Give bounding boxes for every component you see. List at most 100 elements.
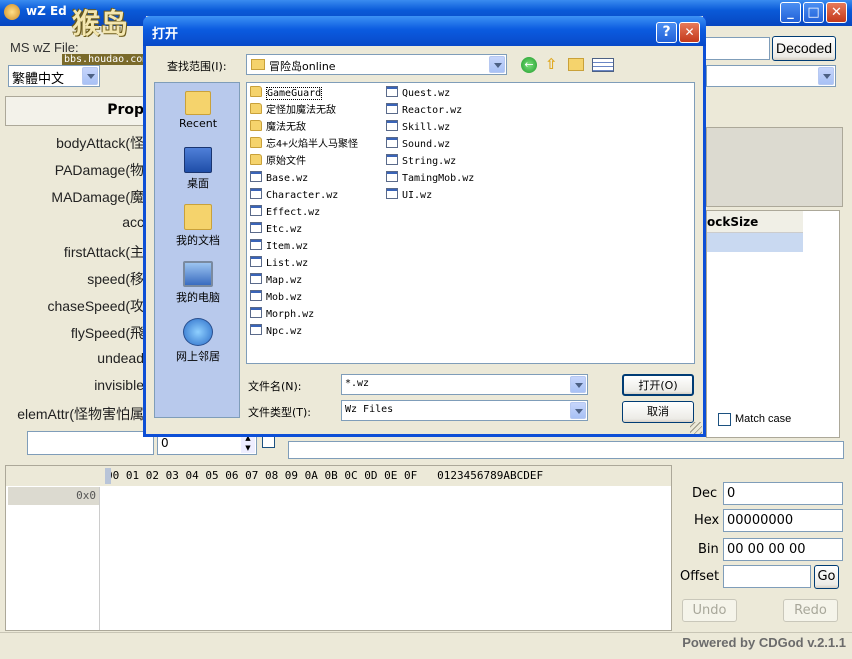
match-case-label: Match case [735,413,792,425]
network-icon [183,318,213,346]
chevron-down-icon[interactable] [570,376,586,393]
file-item[interactable]: Etc.wz [250,221,358,238]
filetype-value: Wz Files [345,404,394,415]
filename-input[interactable]: *.wz [341,374,588,395]
place-recent[interactable]: Recent [155,91,241,130]
file-item[interactable]: Character.wz [250,187,358,204]
wz-file-icon [250,324,262,335]
folder-icon [250,103,262,114]
props-header: Prop [107,102,144,118]
my-documents-icon [184,204,212,230]
dialog-close-button[interactable]: ✕ [679,22,700,43]
file-item[interactable]: Item.wz [250,238,358,255]
language-select[interactable]: 繁體中文 [8,65,100,87]
file-item[interactable]: 魔法无敌 [250,119,358,136]
dec-input[interactable]: 0 [723,482,843,505]
place-my-documents[interactable]: 我的文档 [155,204,241,248]
wz-file-icon [250,239,262,250]
data-grid: ockSize [706,210,840,438]
file-item[interactable]: String.wz [386,153,474,170]
prop-label: undead [97,350,144,366]
file-item[interactable]: Morph.wz [250,306,358,323]
place-label: 我的文档 [176,234,220,247]
file-item[interactable]: Skill.wz [386,119,474,136]
undo-button[interactable]: Undo [682,599,737,622]
open-button[interactable]: 打开(O) [622,374,694,396]
main-window-title: wZ Ed [26,4,67,18]
help-button[interactable]: ? [656,22,677,43]
place-my-computer[interactable]: 我的电脑 [155,261,241,305]
chevron-down-icon[interactable] [818,67,834,85]
file-item[interactable]: 忘4+火焰半人马聚怪 [250,136,358,153]
chevron-down-icon[interactable] [570,402,586,419]
place-desktop[interactable]: 桌面 [155,147,241,191]
wz-file-icon [386,188,398,199]
language-select-value: 繁體中文 [12,72,65,87]
decoded-button[interactable]: Decoded [772,36,836,61]
file-item[interactable]: TamingMob.wz [386,170,474,187]
node-preview-panel [706,127,843,207]
up-folder-icon[interactable]: ⇧ [545,56,561,73]
wz-file-icon [386,137,398,148]
file-label: MS wZ File: [10,40,79,55]
file-item[interactable]: Effect.wz [250,204,358,221]
file-list[interactable]: GameGuard 定怪加魔法无敌 魔法无敌 忘4+火焰半人马聚怪 原始文件 B… [246,82,695,364]
file-item[interactable]: Reactor.wz [386,102,474,119]
file-item[interactable]: 原始文件 [250,153,358,170]
hex-cursor [105,468,111,484]
bin-input[interactable]: 00 00 00 00 [723,538,843,561]
node-select[interactable] [706,65,836,87]
file-item[interactable]: List.wz [250,255,358,272]
back-icon[interactable]: ← [521,57,537,73]
search-input[interactable] [288,441,844,459]
maximize-button[interactable]: □ [803,2,824,23]
lookin-select[interactable]: 冒险岛online [246,54,507,75]
file-item[interactable]: Npc.wz [250,323,358,340]
app-icon [4,4,20,20]
prop-name-input[interactable] [27,431,154,455]
grid-selected-row[interactable] [707,233,803,252]
file-item[interactable]: Sound.wz [386,136,474,153]
file-item[interactable]: Map.wz [250,272,358,289]
file-item[interactable]: GameGuard [250,85,358,102]
go-button[interactable]: Go [814,565,839,589]
places-bar: Recent 桌面 我的文档 我的电脑 网上邻居 [154,82,240,418]
offset-input[interactable] [723,565,811,588]
place-label: 网上邻居 [176,350,220,363]
view-menu-icon[interactable] [592,58,614,72]
file-item[interactable]: Mob.wz [250,289,358,306]
match-case-checkbox[interactable] [718,413,731,426]
grid-col-header: ockSize [707,211,803,233]
hex-divider [99,487,100,630]
hex-editor[interactable]: 00 01 02 03 04 05 06 07 08 09 0A 0B 0C 0… [5,465,672,631]
prop-label: MADamage(魔 [51,189,144,205]
folder-icon [250,154,262,165]
redo-button[interactable]: Redo [783,599,838,622]
close-button[interactable]: ✕ [826,2,847,23]
watermark-url: bbs.houdao.com [62,54,151,65]
wz-file-icon [386,103,398,114]
cancel-button[interactable]: 取消 [622,401,694,423]
place-network[interactable]: 网上邻居 [155,318,241,364]
file-item[interactable]: 定怪加魔法无敌 [250,102,358,119]
filetype-select[interactable]: Wz Files [341,400,588,421]
chevron-down-icon[interactable] [82,67,98,85]
status-bar: Powered by CDGod v.2.1.1 [0,632,852,659]
wz-file-icon [250,171,262,182]
hex-input[interactable]: 00000000 [723,509,843,532]
resize-grip-icon[interactable] [690,422,702,434]
hex-column-header: 00 01 02 03 04 05 06 07 08 09 0A 0B 0C 0… [106,469,544,482]
file-item[interactable]: UI.wz [386,187,474,204]
file-path-input[interactable] [704,37,770,60]
minimize-button[interactable]: _ [780,2,801,23]
filename-label: 文件名(N): [248,380,302,393]
wz-file-icon [386,86,398,97]
chevron-down-icon[interactable] [489,56,505,73]
file-item[interactable]: Base.wz [250,170,358,187]
new-folder-icon[interactable] [568,58,584,71]
file-item[interactable]: Quest.wz [386,85,474,102]
wz-file-icon [386,171,398,182]
prop-label: speed(移 [87,271,144,287]
prop-label: flySpeed(飛 [70,325,144,341]
stepper-down-icon[interactable]: ▼ [241,443,255,453]
